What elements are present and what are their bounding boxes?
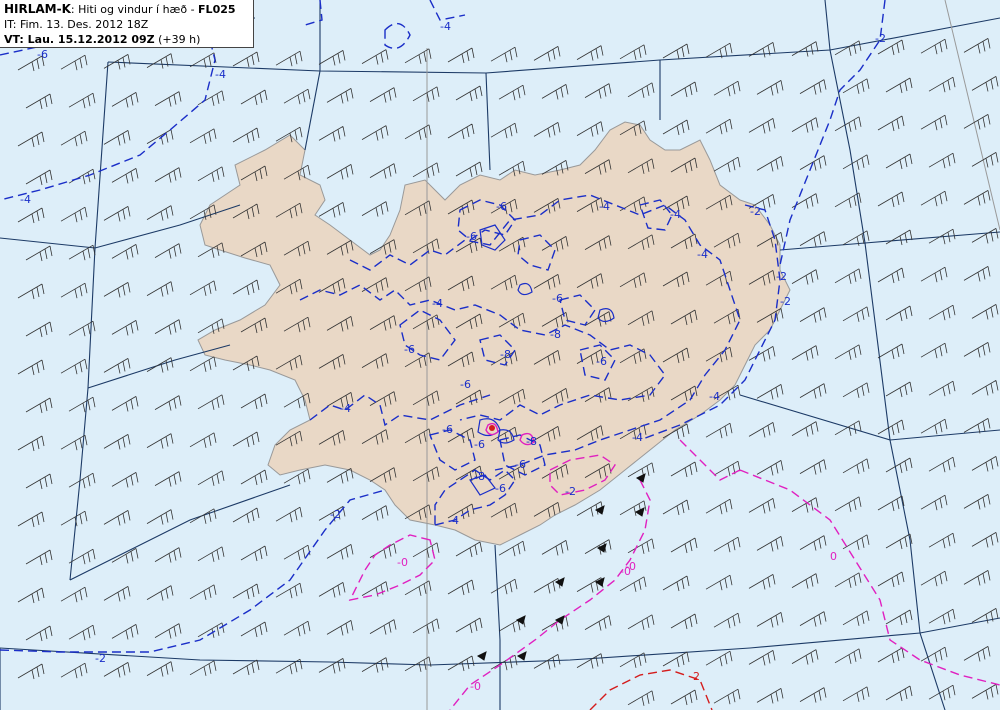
contour-label: -2 xyxy=(565,485,576,498)
contour-label: -0 xyxy=(620,565,631,578)
warm-spot xyxy=(489,425,495,431)
contour-label: -4 xyxy=(215,68,226,81)
contour-label: -8 xyxy=(526,435,537,448)
initial-time-label: IT: xyxy=(4,18,17,31)
contour-label: -6 xyxy=(596,355,607,368)
initial-time-row: IT: Fim. 13. Des. 2012 18Z xyxy=(4,17,249,32)
contour-label: -6 xyxy=(552,292,563,305)
contour-label: -6 xyxy=(496,200,507,213)
contour-label: -0 xyxy=(397,556,408,569)
contour-label: -4 xyxy=(709,390,720,403)
contour-label: -8 xyxy=(500,348,511,361)
contour-label: -4 xyxy=(340,402,351,415)
model-name: HIRLAM-K xyxy=(4,2,71,16)
contour-label: -4 xyxy=(632,431,643,444)
contour-label: -2 xyxy=(330,508,341,521)
contour-label: -4 xyxy=(20,193,31,206)
contour-label: 2 xyxy=(693,670,700,683)
contour-label: -2 xyxy=(95,652,106,665)
map-description: Hiti og vindur í hæð - xyxy=(78,3,199,16)
contour-label: -2 xyxy=(875,32,886,45)
contour-label: -6 xyxy=(442,423,453,436)
contour-label: -8 xyxy=(474,470,485,483)
valid-time-value: Lau. 15.12.2012 09Z xyxy=(23,33,155,46)
contour-label: -6 xyxy=(460,378,471,391)
contour-label: -2 xyxy=(780,295,791,308)
contour-label: -6 xyxy=(474,438,485,451)
contour-label: -4 xyxy=(599,200,610,213)
contour-label: -6 xyxy=(466,230,477,243)
contour-label: -6 xyxy=(495,482,506,495)
contour-label: -4 xyxy=(697,248,708,261)
map-info-box: HIRLAM-K: Hiti og vindur í hæð - FL025 I… xyxy=(0,0,254,48)
contour-label: -0 xyxy=(470,680,481,693)
title-row: HIRLAM-K: Hiti og vindur í hæð - FL025 xyxy=(4,2,249,17)
contour-label: -6 xyxy=(515,458,526,471)
valid-time-label: VT: xyxy=(4,33,24,46)
contour-label: -6 xyxy=(37,48,48,61)
contour-label: -4 xyxy=(448,514,459,527)
flight-level: FL025 xyxy=(198,3,236,16)
contour-label: 0 xyxy=(830,550,837,563)
contour-label: -8 xyxy=(550,328,561,341)
valid-time-row: VT: Lau. 15.12.2012 09Z (+39 h) xyxy=(4,32,249,47)
contour-label: -2 xyxy=(750,205,761,218)
contour-label: -4 xyxy=(432,297,443,310)
contour-label: -4 xyxy=(670,208,681,221)
weather-map[interactable]: -4-6-4-4-2-2-2-2-2-4-6-6-4-8-6-6 -4-6-8-6… xyxy=(0,0,1000,710)
contour-label: -4 xyxy=(440,20,451,33)
contour-label: -6 xyxy=(404,343,415,356)
contour-label: -2 xyxy=(776,270,787,283)
initial-time-value: Fim. 13. Des. 2012 18Z xyxy=(16,18,149,31)
forecast-offset: (+39 h) xyxy=(154,33,201,46)
